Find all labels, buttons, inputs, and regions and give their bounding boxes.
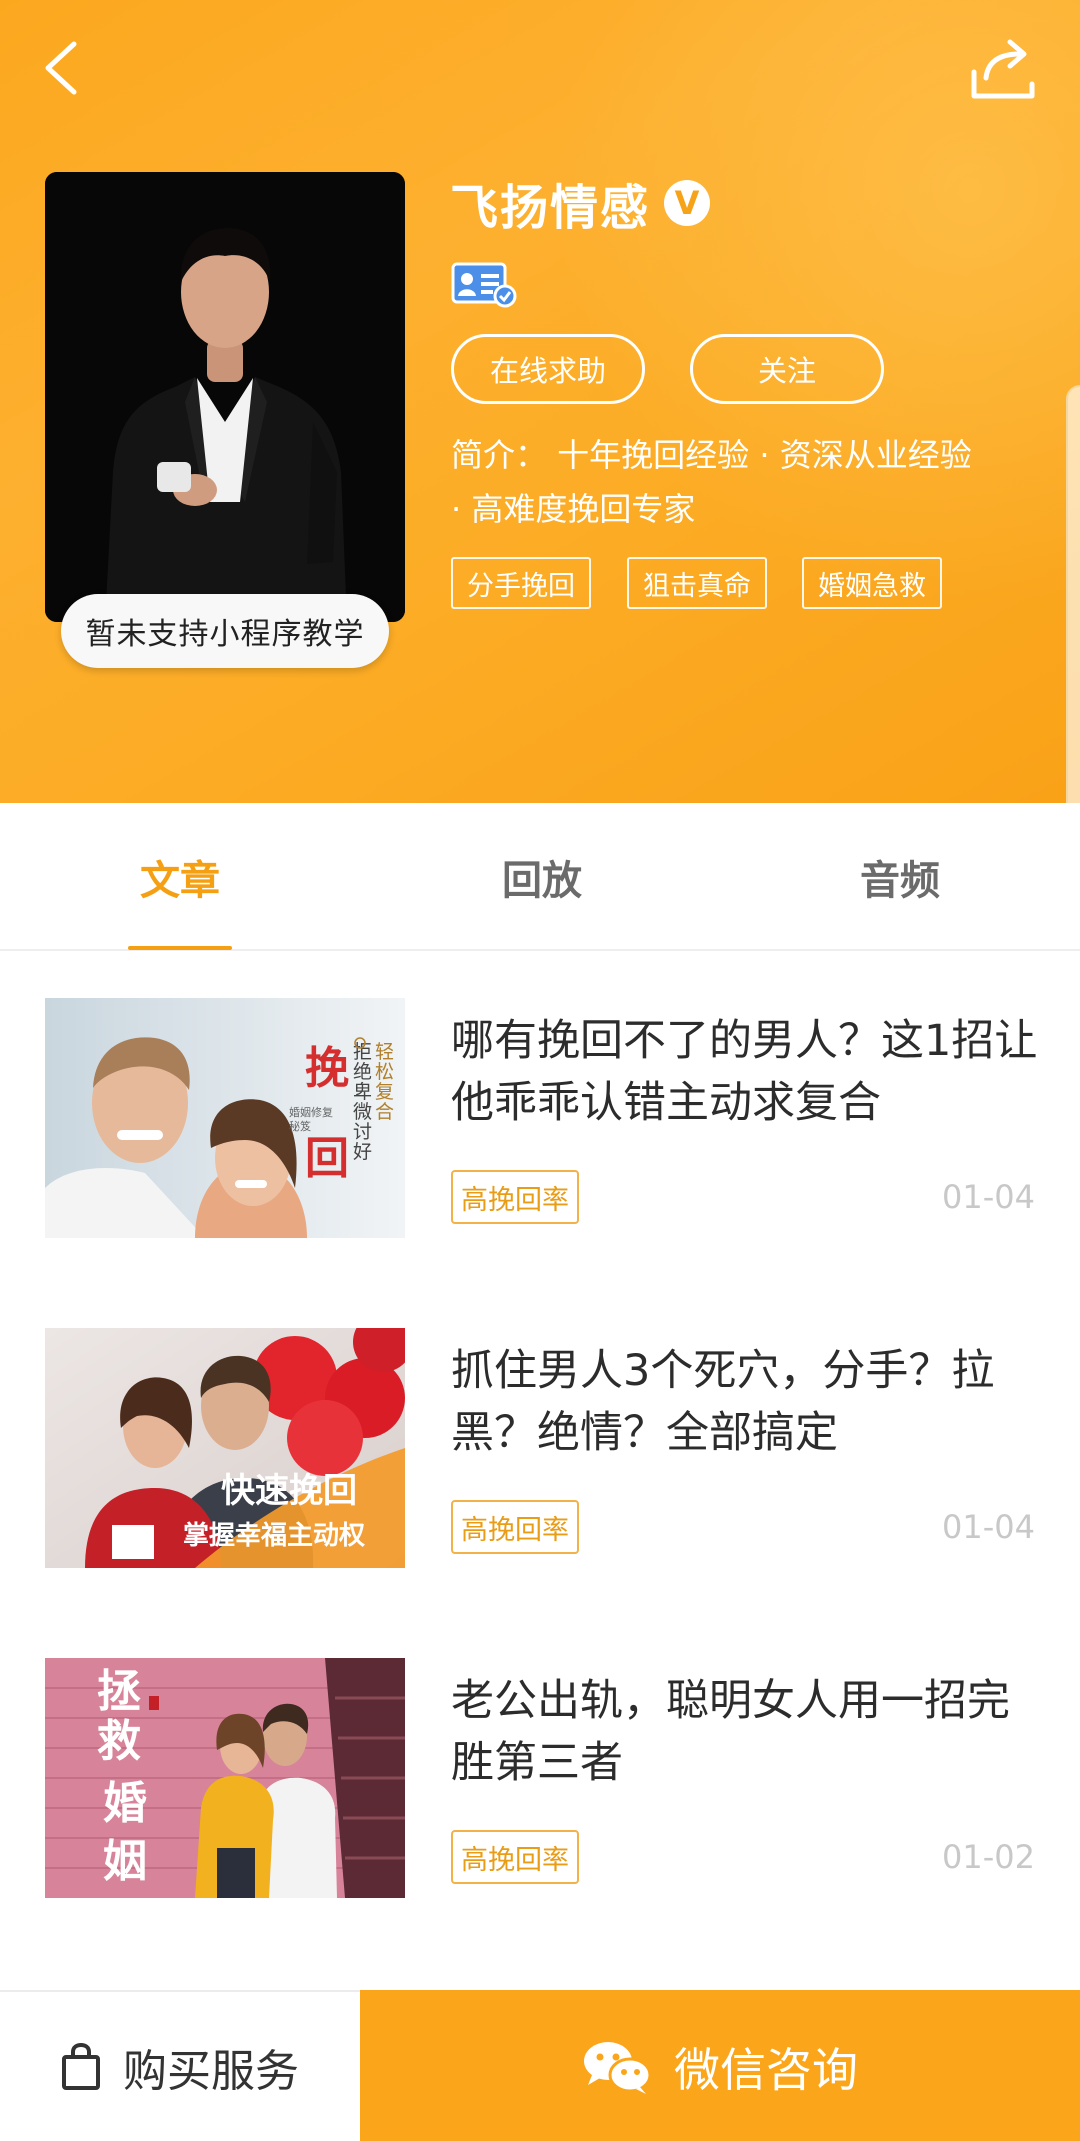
bottom-action-bar: 购买服务 微信咨询 [0,1990,1080,2141]
article-title: 哪有挽回不了的男人？这1招让他乖乖认错主动求复合 [451,1016,1038,1128]
intro-text: 简介： 十年挽回经验 · 资深从业经验 [451,436,972,474]
share-button[interactable] [968,32,1040,104]
svg-text:卑: 卑 [353,1081,372,1103]
svg-text:姻: 姻 [103,1836,147,1887]
article-title: 抓住男人3个死穴，分手？拉黑？绝情？全部搞定 [451,1346,995,1458]
article-item[interactable]: 拯 救 婚 姻 老公出轨，聪明女人用一招完胜第三者 高挽回率 01-02 [0,1658,1080,1908]
svg-text:婚姻修复: 婚姻修复 [289,1105,333,1119]
svg-text:救: 救 [97,1716,141,1767]
svg-text:绝: 绝 [353,1061,372,1083]
article-item[interactable]: 快速挽回 掌握幸福主动权 抓住男人3个死穴，分手？拉黑？绝情？全部搞定 高挽回率… [0,1328,1080,1578]
svg-text:复: 复 [375,1081,394,1103]
verified-badge-icon: V [664,180,711,226]
svg-text:合: 合 [375,1101,394,1123]
expert-portrait [45,172,405,622]
thumb-text-sub: 掌握幸福主动权 [183,1521,365,1551]
wechat-consult-button[interactable]: 微信咨询 [360,1990,1080,2141]
buy-service-label: 购买服务 [123,2045,299,2097]
article-tag: 高挽回率 [451,1500,579,1554]
article-thumbnail: 挽 回 轻松 复合 拒绝卑 微讨好 婚姻修复 秘笈 [45,998,405,1238]
tag-marriage-rescue: 婚姻急救 [802,557,942,609]
back-button[interactable] [36,36,92,100]
content-tabs: 文章 回放 音频 [0,803,1080,951]
thumb-text-big-bottom: 回 [305,1134,349,1183]
thumb-text-big-top: 挽 [305,1044,349,1093]
id-card-verified-icon [451,262,517,308]
svg-text:婚: 婚 [103,1778,147,1829]
share-icon [971,39,1035,99]
svg-text:轻: 轻 [375,1041,394,1063]
svg-text:讨: 讨 [353,1121,372,1143]
expert-name: 飞扬情感 [450,180,651,236]
article-tag: 高挽回率 [451,1170,579,1224]
shopping-bag-icon [62,2042,100,2090]
tag-breakup-recovery: 分手挽回 [451,557,591,609]
wechat-consult-label: 微信咨询 [674,2042,858,2097]
article-date: 01-02 [942,1838,1035,1876]
article-title: 老公出轨，聪明女人用一招完胜第三者 [451,1676,1010,1788]
svg-text:拯: 拯 [97,1666,141,1717]
svg-text:微: 微 [353,1101,372,1123]
tab-audio[interactable]: 音频 [840,803,960,951]
article-date: 01-04 [942,1178,1035,1216]
article-thumbnail: 快速挽回 掌握幸福主动权 [45,1328,405,1568]
tab-replays[interactable]: 回放 [482,803,602,951]
profile-header: 暂未支持小程序教学 飞扬情感 V 在线求助 关注 简介： 十年挽回经验 · 资深… [0,0,1080,803]
name-row: 飞扬情感 V [450,172,711,236]
back-icon [45,41,77,95]
article-date: 01-04 [942,1508,1035,1546]
thumb-text-big: 快速挽回 [221,1471,357,1511]
article-item[interactable]: 挽 回 轻松 复合 拒绝卑 微讨好 婚姻修复 秘笈 哪有挽回不了的男人？这1招让他… [0,998,1080,1248]
miniprogram-notice-badge: 暂未支持小程序教学 [61,594,389,668]
svg-text:松: 松 [375,1061,394,1083]
expert-profile-page: 暂未支持小程序教学 飞扬情感 V 在线求助 关注 简介： 十年挽回经验 · 资深… [0,0,1080,2141]
tag-target-true-love: 狙击真命 [627,557,767,609]
scroll-edge [1066,385,1080,803]
online-help-button[interactable]: 在线求助 [451,334,645,404]
tab-articles[interactable]: 文章 [120,803,240,951]
follow-button[interactable]: 关注 [690,334,884,404]
article-tag: 高挽回率 [451,1830,579,1884]
intro-text-line2: · 高难度挽回专家 [451,490,696,528]
wechat-icon [584,2041,652,2094]
svg-text:秘笈: 秘笈 [289,1119,311,1133]
article-thumbnail: 拯 救 婚 姻 [45,1658,405,1898]
svg-text:好: 好 [353,1141,372,1163]
buy-service-button[interactable]: 购买服务 [0,1992,360,2141]
active-tab-indicator [128,946,232,950]
